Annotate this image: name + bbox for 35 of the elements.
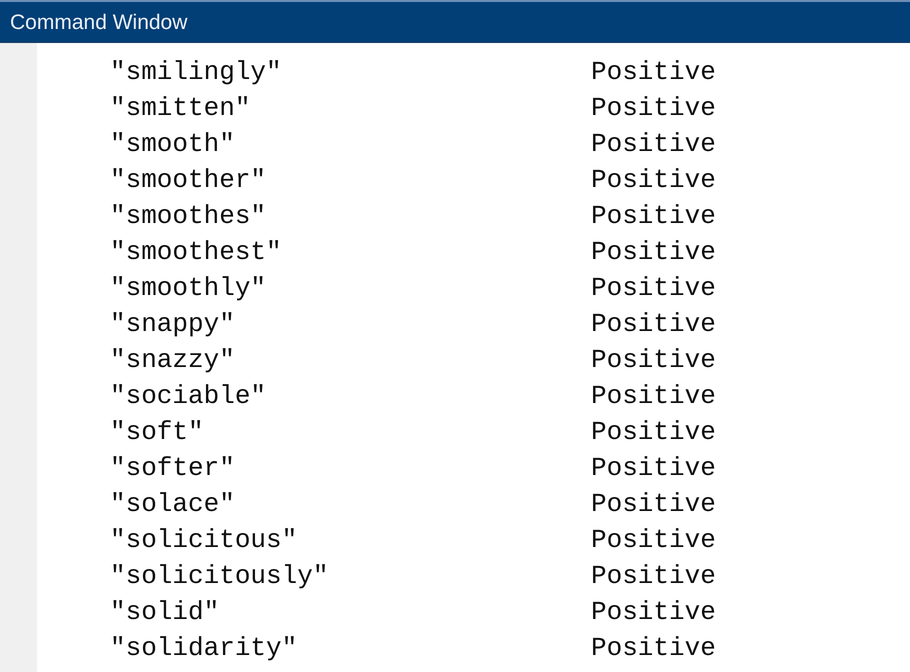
sentiment-text: Positive xyxy=(591,416,716,449)
word-text: "solace" xyxy=(110,488,235,521)
sentiment-text: Positive xyxy=(591,200,716,233)
sentiment-text: Positive xyxy=(591,596,716,629)
word-text: "solicitous" xyxy=(110,524,298,557)
word-text: "smoother" xyxy=(110,164,266,197)
word-text: "smilingly" xyxy=(110,56,282,89)
sentiment-text: Positive xyxy=(591,164,716,197)
sentiment-text: Positive xyxy=(591,452,716,485)
sentiment-text: Positive xyxy=(591,488,716,521)
sentiment-text: Positive xyxy=(591,524,716,557)
word-text: "solid" xyxy=(110,596,220,629)
word-text: "smooth" xyxy=(110,128,235,161)
word-text: "smoothes" xyxy=(110,200,266,233)
word-text: "soft" xyxy=(110,416,204,449)
sentiment-text: Positive xyxy=(591,236,716,269)
sentiment-text: Positive xyxy=(591,308,716,341)
word-text: "solicitously" xyxy=(110,560,328,593)
word-text: "smitten" xyxy=(110,92,250,125)
sentiment-text: Positive xyxy=(591,56,716,89)
word-text: "smoothest" xyxy=(110,236,282,269)
sentiment-text: Positive xyxy=(591,272,716,305)
sentiment-text: Positive xyxy=(591,128,716,161)
word-text: "snappy" xyxy=(110,308,235,341)
sentiment-text: Positive xyxy=(591,632,716,665)
sentiment-text: Positive xyxy=(591,380,716,413)
word-text: "solidarity" xyxy=(110,632,298,665)
word-text: "softer" xyxy=(110,452,235,485)
sentiment-text: Positive xyxy=(591,344,716,377)
panel-title: Command Window xyxy=(10,12,188,32)
word-text: "snazzy" xyxy=(110,344,235,377)
sentiment-text: Positive xyxy=(591,560,716,593)
sentiment-text: Positive xyxy=(591,92,716,125)
word-text: "smoothly" xyxy=(110,272,266,305)
word-text: "sociable" xyxy=(110,380,266,413)
